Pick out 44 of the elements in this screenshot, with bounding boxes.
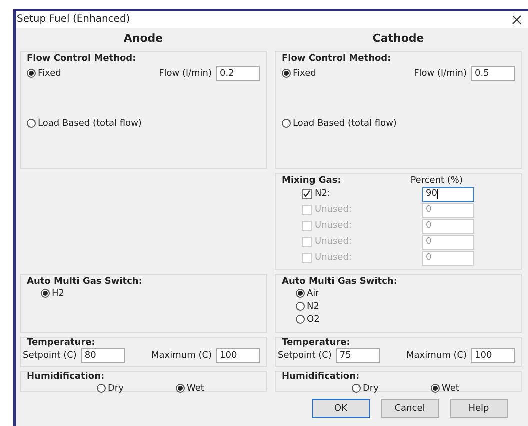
radio-button[interactable]: Air bbox=[296, 287, 320, 300]
radio-button[interactable]: N2 bbox=[296, 300, 320, 313]
check-icon bbox=[303, 190, 311, 198]
field-label: Maximum (C) bbox=[406, 350, 467, 360]
group-title: Flow Control Method: bbox=[27, 54, 136, 64]
radio-button[interactable]: Fixed bbox=[282, 67, 316, 80]
close-icon[interactable] bbox=[512, 14, 522, 24]
field-label: Maximum (C) bbox=[151, 350, 212, 360]
dialog-button[interactable]: Cancel bbox=[381, 399, 439, 418]
radio-button[interactable]: Load Based (total flow) bbox=[27, 117, 260, 130]
radio-button[interactable]: Wet bbox=[176, 382, 204, 395]
radio-button[interactable]: H2 bbox=[41, 287, 64, 300]
input-field[interactable]: 0.5 bbox=[471, 66, 515, 81]
input-field[interactable]: 75 bbox=[336, 348, 380, 363]
input-field[interactable]: 80 bbox=[80, 348, 125, 363]
group-title: Temperature: bbox=[27, 338, 96, 348]
radio-button[interactable]: O2 bbox=[296, 313, 320, 326]
window-title: Setup Fuel (Enhanced) bbox=[17, 14, 130, 25]
dialog-button[interactable]: Help bbox=[450, 399, 508, 418]
field-label: Flow (l/min) bbox=[159, 68, 212, 78]
radio-button[interactable]: Dry bbox=[352, 382, 379, 395]
radio-button[interactable]: Load Based (total flow) bbox=[282, 117, 515, 130]
group-title: Temperature: bbox=[282, 338, 350, 348]
radio-button[interactable]: Fixed bbox=[27, 67, 62, 80]
column-heading: Anode bbox=[122, 32, 164, 47]
group-title: Auto Multi Gas Switch: bbox=[27, 277, 142, 287]
radio-button[interactable]: Dry bbox=[97, 382, 124, 395]
field-label: Flow (l/min) bbox=[414, 68, 467, 78]
field-label: Setpoint (C) bbox=[278, 350, 332, 360]
radio-button[interactable]: Wet bbox=[430, 382, 460, 395]
field-label: Setpoint (C) bbox=[23, 350, 77, 360]
group-title: Mixing Gas: bbox=[282, 176, 342, 186]
group-title: Flow Control Method: bbox=[282, 54, 392, 64]
input-field[interactable]: 100 bbox=[471, 348, 515, 363]
group-title: Auto Multi Gas Switch: bbox=[282, 277, 398, 287]
group-title: Humidification: bbox=[282, 372, 360, 382]
column-heading: Cathode bbox=[372, 32, 426, 47]
input-field[interactable]: 0.2 bbox=[216, 66, 260, 81]
input-field[interactable]: 100 bbox=[216, 348, 260, 363]
column-header: Percent (%) bbox=[410, 176, 463, 186]
checkbox[interactable]: N2: bbox=[302, 189, 422, 199]
dialog-button[interactable]: OK bbox=[312, 399, 370, 418]
group-title: Humidification: bbox=[27, 372, 105, 382]
input-field[interactable]: 90 bbox=[422, 186, 474, 202]
